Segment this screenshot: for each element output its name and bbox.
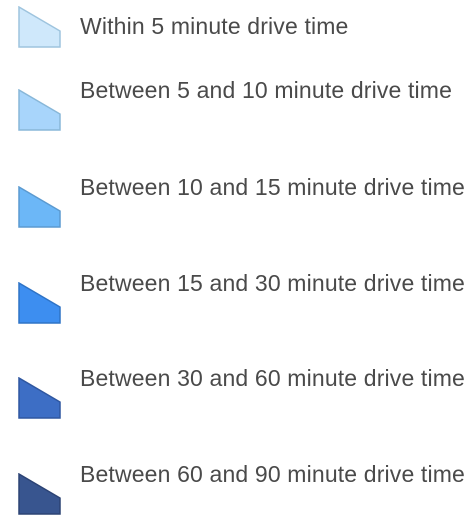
polygon-swatch-icon — [18, 6, 64, 48]
legend-item-label: Within 5 minute drive time — [80, 13, 349, 39]
legend-item-label: Between 30 and 60 minute drive time — [80, 365, 465, 391]
legend-item-label: Between 5 and 10 minute drive time — [80, 77, 453, 103]
polygon-swatch-icon — [18, 186, 64, 228]
legend-item-label: Between 10 and 15 minute drive time — [80, 174, 465, 200]
polygon-swatch-icon — [18, 377, 64, 419]
polygon-swatch-icon — [18, 89, 64, 131]
legend-item-label: Between 60 and 90 minute drive time — [80, 461, 465, 487]
legend-item-label: Between 15 and 30 minute drive time — [80, 270, 465, 296]
polygon-swatch-icon — [18, 473, 64, 515]
polygon-swatch-icon — [18, 282, 64, 324]
drive-time-legend: Within 5 minute drive time Between 5 and… — [0, 0, 473, 525]
